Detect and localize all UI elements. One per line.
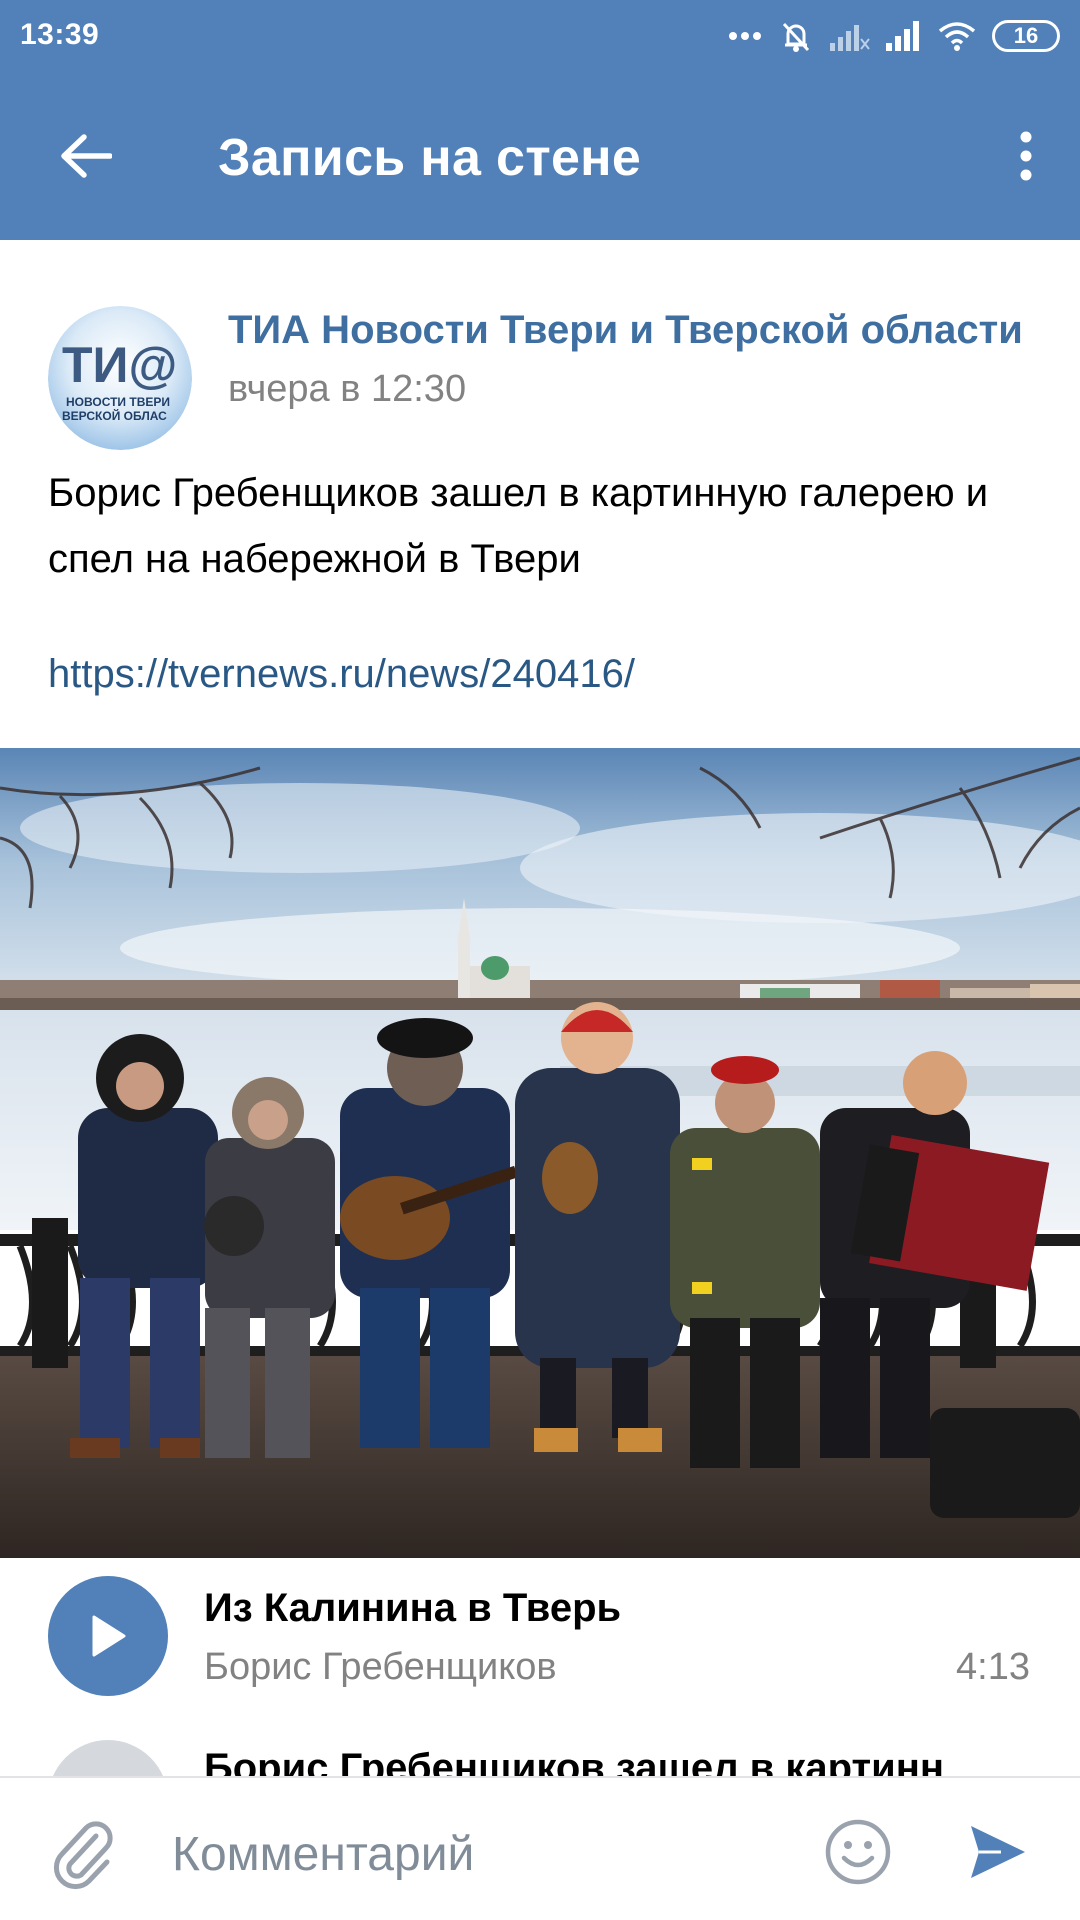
avatar[interactable]: ТИ@ НОВОСТИ ТВЕРИ ВЕРСКОЙ ОБЛАС [48, 306, 192, 450]
more-menu-button[interactable] [994, 116, 1058, 196]
signal-weak-icon [830, 25, 870, 51]
status-bar: 13:39 16 [0, 0, 1080, 72]
logo-caption-1: НОВОСТИ ТВЕРИ [66, 395, 170, 409]
status-icons: 16 [728, 16, 1060, 56]
send-button[interactable] [958, 1812, 1038, 1892]
tia-logo: ТИ@ НОВОСТИ ТВЕРИ ВЕРСКОЙ ОБЛАС [48, 306, 192, 450]
next-attachment-title: Борис Гребенщиков зашел в картинн [204, 1746, 945, 1776]
comment-bar [0, 1776, 1080, 1920]
post-text: Борис Гребенщиков зашел в картинную гале… [48, 471, 989, 581]
audio-duration: 4:13 [956, 1646, 1030, 1688]
back-button[interactable] [38, 116, 134, 196]
audio-attachment[interactable]: Из Калинина в Тверь Борис Гребенщиков 4:… [0, 1570, 1080, 1700]
send-icon [971, 1826, 1025, 1878]
app-bar: Запись на стене [0, 72, 1080, 240]
dots-icon [729, 32, 761, 40]
next-attachment[interactable]: Борис Гребенщиков зашел в картинн [0, 1740, 1080, 1776]
page-title: Запись на стене [218, 129, 642, 187]
author-name[interactable]: ТИА Новости Твери и Тверской области [228, 308, 1028, 353]
post-date: вчера в 12:30 [228, 368, 467, 410]
smile-icon [825, 1819, 891, 1885]
wifi-icon [938, 22, 976, 51]
post-photo[interactable] [0, 748, 1080, 1558]
logo-text: ТИ@ [62, 337, 177, 393]
battery-icon: 16 [992, 20, 1060, 52]
mute-icon [782, 22, 810, 52]
logo-caption-2: ВЕРСКОЙ ОБЛАС [62, 408, 167, 423]
back-arrow-icon [61, 134, 112, 178]
paperclip-icon [53, 1821, 113, 1890]
post-header: ТИ@ НОВОСТИ ТВЕРИ ВЕРСКОЙ ОБЛАС ТИА Ново… [0, 270, 1080, 450]
audio-title: Из Калинина в Тверь [204, 1586, 622, 1630]
status-time: 13:39 [20, 18, 100, 51]
photo-musicians-embankment [0, 748, 1080, 1558]
signal-icon [886, 21, 919, 51]
top-header: 13:39 16 Запись на стене [0, 0, 1080, 240]
post-link[interactable]: https://tvernews.ru/news/240416/ [48, 652, 635, 697]
attach-button[interactable] [44, 1814, 124, 1894]
audio-artist: Борис Гребенщиков [204, 1646, 557, 1688]
comment-input[interactable] [172, 1814, 772, 1894]
emoji-button[interactable] [818, 1812, 898, 1892]
play-button[interactable] [48, 1576, 168, 1696]
next-attachment-thumb [48, 1740, 168, 1776]
play-icon [92, 1615, 126, 1657]
more-vertical-icon [1020, 131, 1032, 181]
